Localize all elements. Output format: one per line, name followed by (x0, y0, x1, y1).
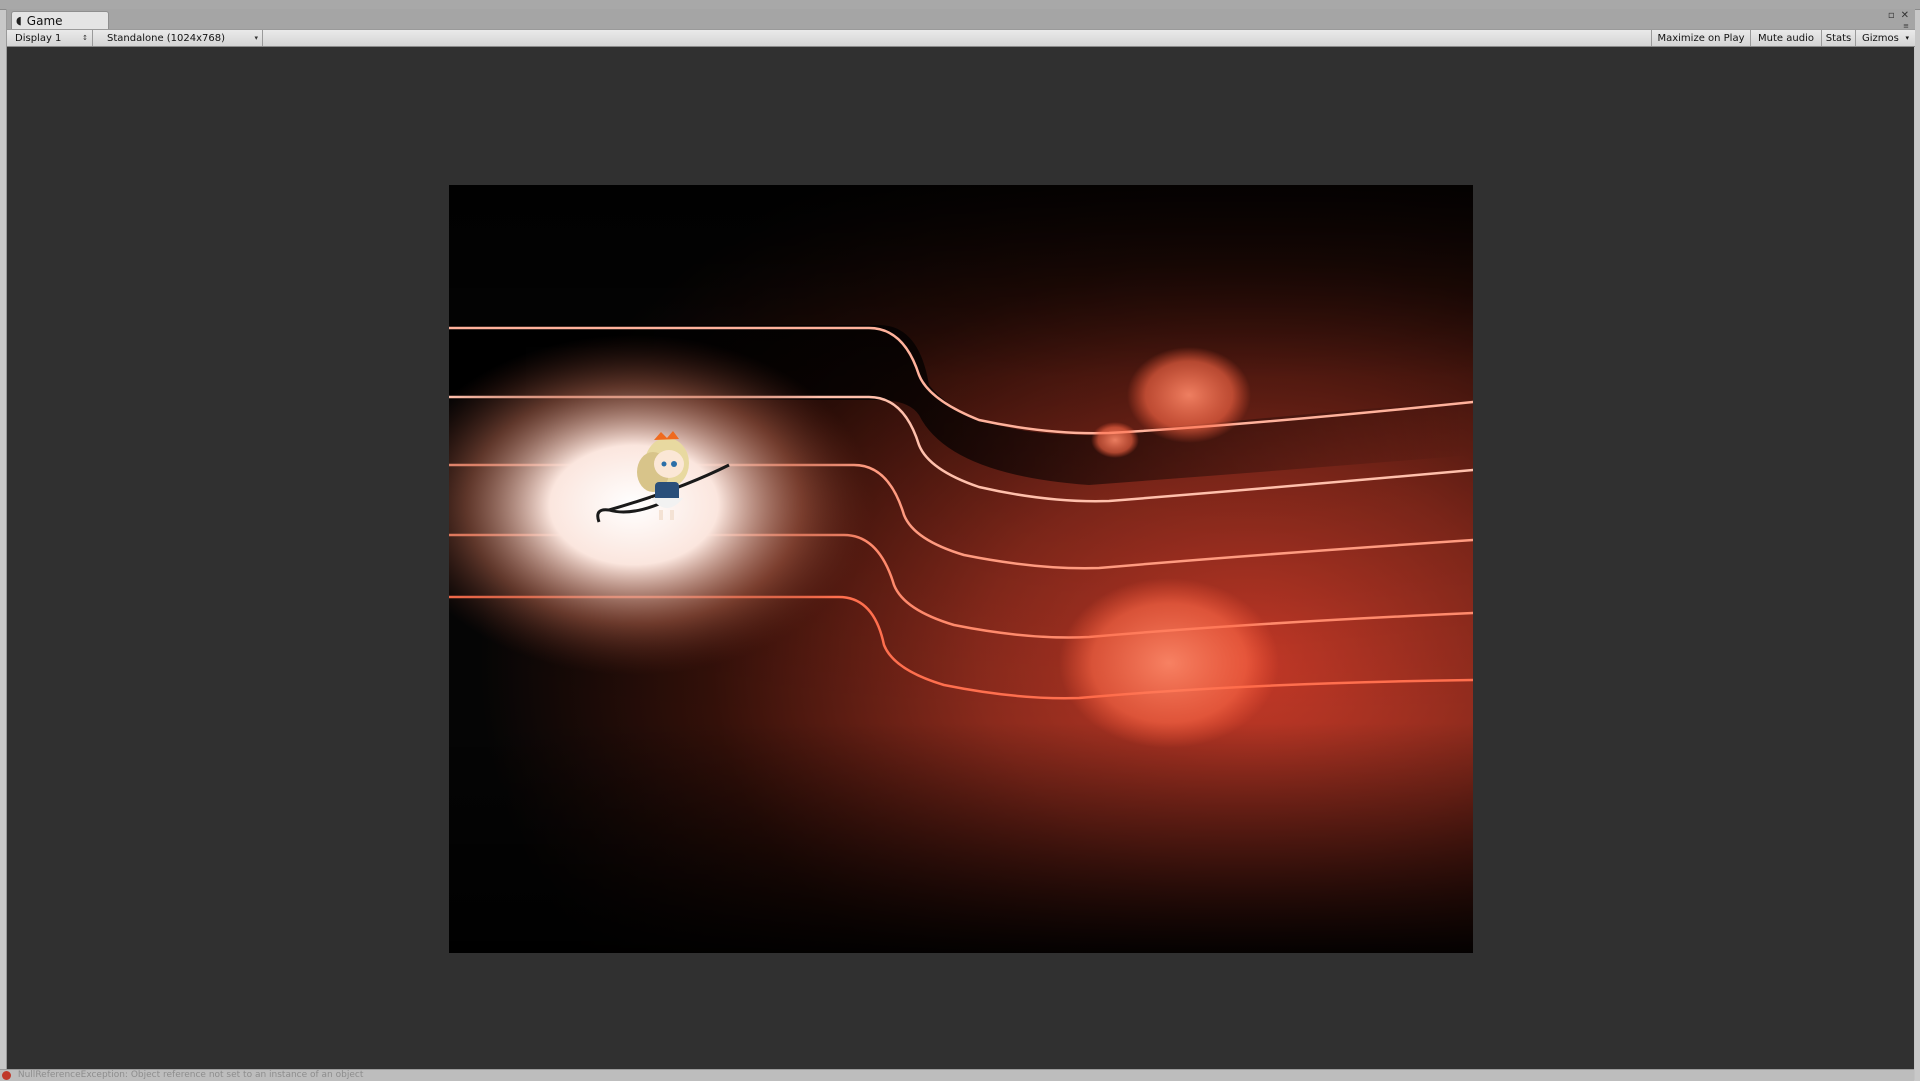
bokeh-light (1127, 347, 1251, 443)
game-viewport (7, 47, 1914, 1078)
gizmos-dropdown-arrow-icon[interactable]: ▾ (1905, 34, 1909, 42)
mute-audio-button[interactable]: Mute audio (1750, 30, 1821, 46)
bokeh-light (1059, 578, 1279, 748)
dropdown-arrow-icon: ▾ (254, 34, 258, 42)
stats-label: Stats (1825, 32, 1852, 44)
game-scene (449, 185, 1473, 953)
pacman-game-icon: ◖ (16, 14, 22, 27)
maximize-on-play-button[interactable]: Maximize on Play (1651, 30, 1750, 46)
tab-strip: ◖ Game ▫ ✕ ≡ (7, 9, 1915, 30)
mute-audio-label: Mute audio (1758, 32, 1814, 44)
maximize-on-play-label: Maximize on Play (1657, 32, 1745, 44)
bokeh-light (1091, 422, 1139, 458)
updown-arrows-icon: ↕ (82, 34, 88, 42)
resolution-dropdown[interactable]: Standalone (1024x768) ▾ (101, 30, 263, 46)
gizmos-label: Gizmos (1862, 32, 1899, 44)
error-icon (2, 1070, 11, 1080)
tab-game-label: Game (26, 13, 63, 28)
close-panel-icon[interactable]: ✕ (1901, 10, 1909, 21)
game-toolbar: Display 1 ↕ Standalone (1024x768) ▾ Maxi… (7, 29, 1915, 47)
stats-button[interactable]: Stats (1821, 30, 1855, 46)
game-panel: ◖ Game ▫ ✕ ≡ Display 1 ↕ Standalone (102… (6, 9, 1915, 1080)
console-message: NullReferenceException: Object reference… (17, 1070, 364, 1080)
maximize-panel-icon[interactable]: ▫ (1888, 10, 1895, 21)
tab-game[interactable]: ◖ Game (11, 11, 109, 29)
display-dropdown-label: Display 1 (15, 32, 62, 44)
gizmos-button[interactable]: Gizmos ▾ (1855, 30, 1911, 46)
display-dropdown[interactable]: Display 1 ↕ (9, 30, 93, 46)
resolution-dropdown-label: Standalone (1024x768) (107, 32, 226, 44)
game-render-view[interactable] (449, 185, 1473, 953)
console-status-bar[interactable]: NullReferenceException: Object reference… (0, 1069, 1914, 1081)
